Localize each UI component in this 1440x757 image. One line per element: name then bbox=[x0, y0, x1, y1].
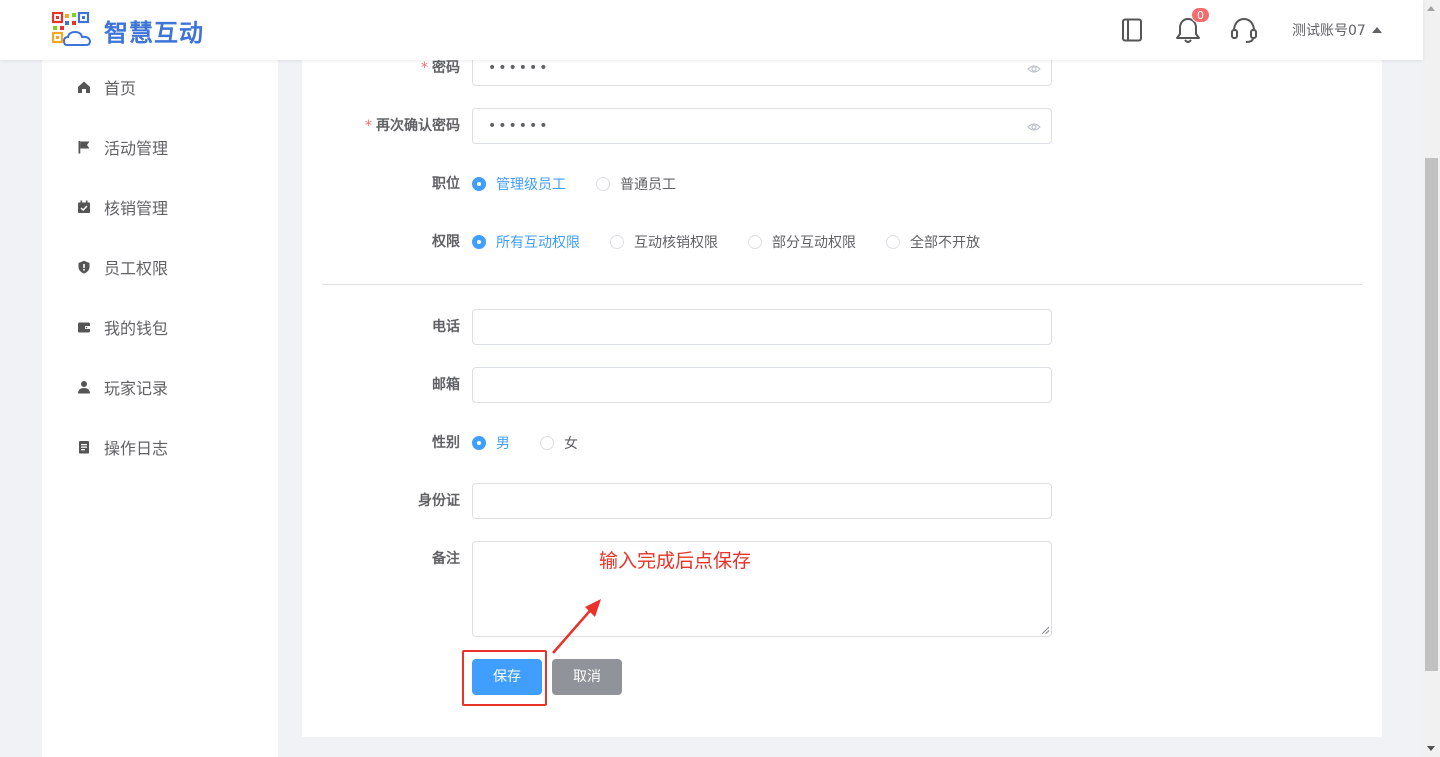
confirm-password-row: * 再次确认密码 •••••• bbox=[302, 108, 1382, 144]
gender-option-male[interactable]: 男 bbox=[472, 433, 510, 453]
sidebar: 首页 活动管理 核销管理 员工权限 我的钱包 玩家记录 操作日志 bbox=[42, 60, 278, 757]
scrollbar-thumb[interactable] bbox=[1425, 158, 1438, 671]
position-label: 职位 bbox=[432, 176, 460, 192]
account-menu[interactable]: 测试账号07 bbox=[1292, 20, 1382, 40]
radio-icon bbox=[748, 235, 762, 249]
headset-icon[interactable] bbox=[1229, 15, 1259, 45]
confirm-password-input[interactable]: •••••• bbox=[472, 108, 1052, 144]
top-header: 智慧互动 0 测试账号07 bbox=[0, 0, 1423, 60]
position-option-manager[interactable]: 管理级员工 bbox=[472, 174, 566, 194]
permission-label: 权限 bbox=[432, 234, 460, 250]
eye-icon[interactable] bbox=[1027, 62, 1041, 76]
permission-option-none[interactable]: 全部不开放 bbox=[886, 232, 980, 252]
flag-icon bbox=[76, 139, 92, 155]
radio-icon bbox=[596, 177, 610, 191]
email-input[interactable] bbox=[472, 367, 1052, 403]
shield-icon bbox=[76, 259, 92, 275]
permission-radio-group: 所有互动权限 互动核销权限 部分互动权限 全部不开放 bbox=[472, 224, 1010, 260]
calendar-check-icon bbox=[76, 199, 92, 215]
id-card-input[interactable] bbox=[472, 483, 1052, 519]
permission-row: 权限 所有互动权限 互动核销权限 部分互动权限 全部不开放 bbox=[302, 224, 1382, 260]
logo-qr-icon bbox=[52, 12, 92, 46]
annotation-text: 输入完成后点保存 bbox=[599, 550, 752, 572]
permission-option-verification[interactable]: 互动核销权限 bbox=[610, 232, 718, 252]
scroll-up-icon[interactable] bbox=[1427, 6, 1435, 11]
gender-radio-group: 男 女 bbox=[472, 425, 608, 461]
radio-icon bbox=[886, 235, 900, 249]
sidebar-item-label: 活动管理 bbox=[104, 139, 169, 158]
sidebar-item-label: 操作日志 bbox=[104, 439, 169, 458]
sidebar-item-label: 我的钱包 bbox=[104, 319, 169, 338]
radio-selected-icon bbox=[472, 436, 486, 450]
app-title: 智慧互动 bbox=[104, 19, 204, 47]
email-label: 邮箱 bbox=[432, 377, 460, 393]
radio-selected-icon bbox=[472, 235, 486, 249]
position-row: 职位 管理级员工 普通员工 bbox=[302, 166, 1382, 202]
book-icon[interactable] bbox=[1117, 15, 1147, 45]
eye-icon[interactable] bbox=[1027, 120, 1041, 134]
gender-label: 性别 bbox=[432, 435, 460, 451]
phone-input[interactable] bbox=[472, 309, 1052, 345]
annotation-arrow-icon bbox=[552, 599, 601, 654]
sidebar-item-home[interactable]: 首页 bbox=[42, 62, 278, 112]
id-card-label: 身份证 bbox=[418, 493, 460, 509]
sidebar-item-label: 首页 bbox=[104, 79, 137, 98]
sidebar-item-wallet[interactable]: 我的钱包 bbox=[42, 302, 278, 352]
sidebar-item-player-records[interactable]: 玩家记录 bbox=[42, 362, 278, 412]
permission-option-partial[interactable]: 部分互动权限 bbox=[748, 232, 856, 252]
sidebar-item-label: 玩家记录 bbox=[104, 379, 169, 398]
radio-icon bbox=[610, 235, 624, 249]
id-card-row: 身份证 bbox=[302, 483, 1382, 519]
sidebar-item-label: 核销管理 bbox=[104, 199, 169, 218]
permission-option-all[interactable]: 所有互动权限 bbox=[472, 232, 580, 252]
radio-icon bbox=[540, 436, 554, 450]
wallet-icon bbox=[76, 319, 92, 335]
section-divider bbox=[322, 284, 1362, 285]
position-option-regular[interactable]: 普通员工 bbox=[596, 174, 676, 194]
position-radio-group: 管理级员工 普通员工 bbox=[472, 166, 706, 202]
page-scrollbar[interactable] bbox=[1423, 0, 1440, 757]
confirm-password-label: * 再次确认密码 bbox=[365, 118, 460, 134]
account-name: 测试账号07 bbox=[1292, 23, 1366, 39]
scroll-down-icon[interactable] bbox=[1427, 746, 1435, 751]
gender-option-female[interactable]: 女 bbox=[540, 433, 578, 453]
staff-form-panel: * 密码 •••••• * 再次确认密码 •••••• 职位 管理级员工 普通员工 … bbox=[302, 50, 1382, 737]
cancel-button[interactable]: 取消 bbox=[552, 659, 622, 695]
app-logo[interactable]: 智慧互动 bbox=[52, 12, 204, 49]
user-icon bbox=[76, 379, 92, 395]
sidebar-item-staff-permission[interactable]: 员工权限 bbox=[42, 242, 278, 292]
caret-up-icon bbox=[1371, 27, 1382, 33]
sidebar-item-label: 员工权限 bbox=[104, 259, 169, 278]
sidebar-item-operation-log[interactable]: 操作日志 bbox=[42, 422, 278, 472]
save-button[interactable]: 保存 bbox=[472, 659, 542, 695]
radio-selected-icon bbox=[472, 177, 486, 191]
remarks-label: 备注 bbox=[432, 551, 460, 567]
home-icon bbox=[76, 79, 92, 95]
sidebar-item-activity[interactable]: 活动管理 bbox=[42, 122, 278, 172]
notification-badge: 0 bbox=[1191, 7, 1210, 23]
sidebar-item-verification[interactable]: 核销管理 bbox=[42, 182, 278, 232]
phone-row: 电话 bbox=[302, 309, 1382, 345]
email-row: 邮箱 bbox=[302, 367, 1382, 403]
phone-label: 电话 bbox=[432, 319, 460, 335]
gender-row: 性别 男 女 bbox=[302, 425, 1382, 461]
document-icon bbox=[76, 439, 92, 455]
resize-handle-icon[interactable] bbox=[1041, 626, 1049, 634]
